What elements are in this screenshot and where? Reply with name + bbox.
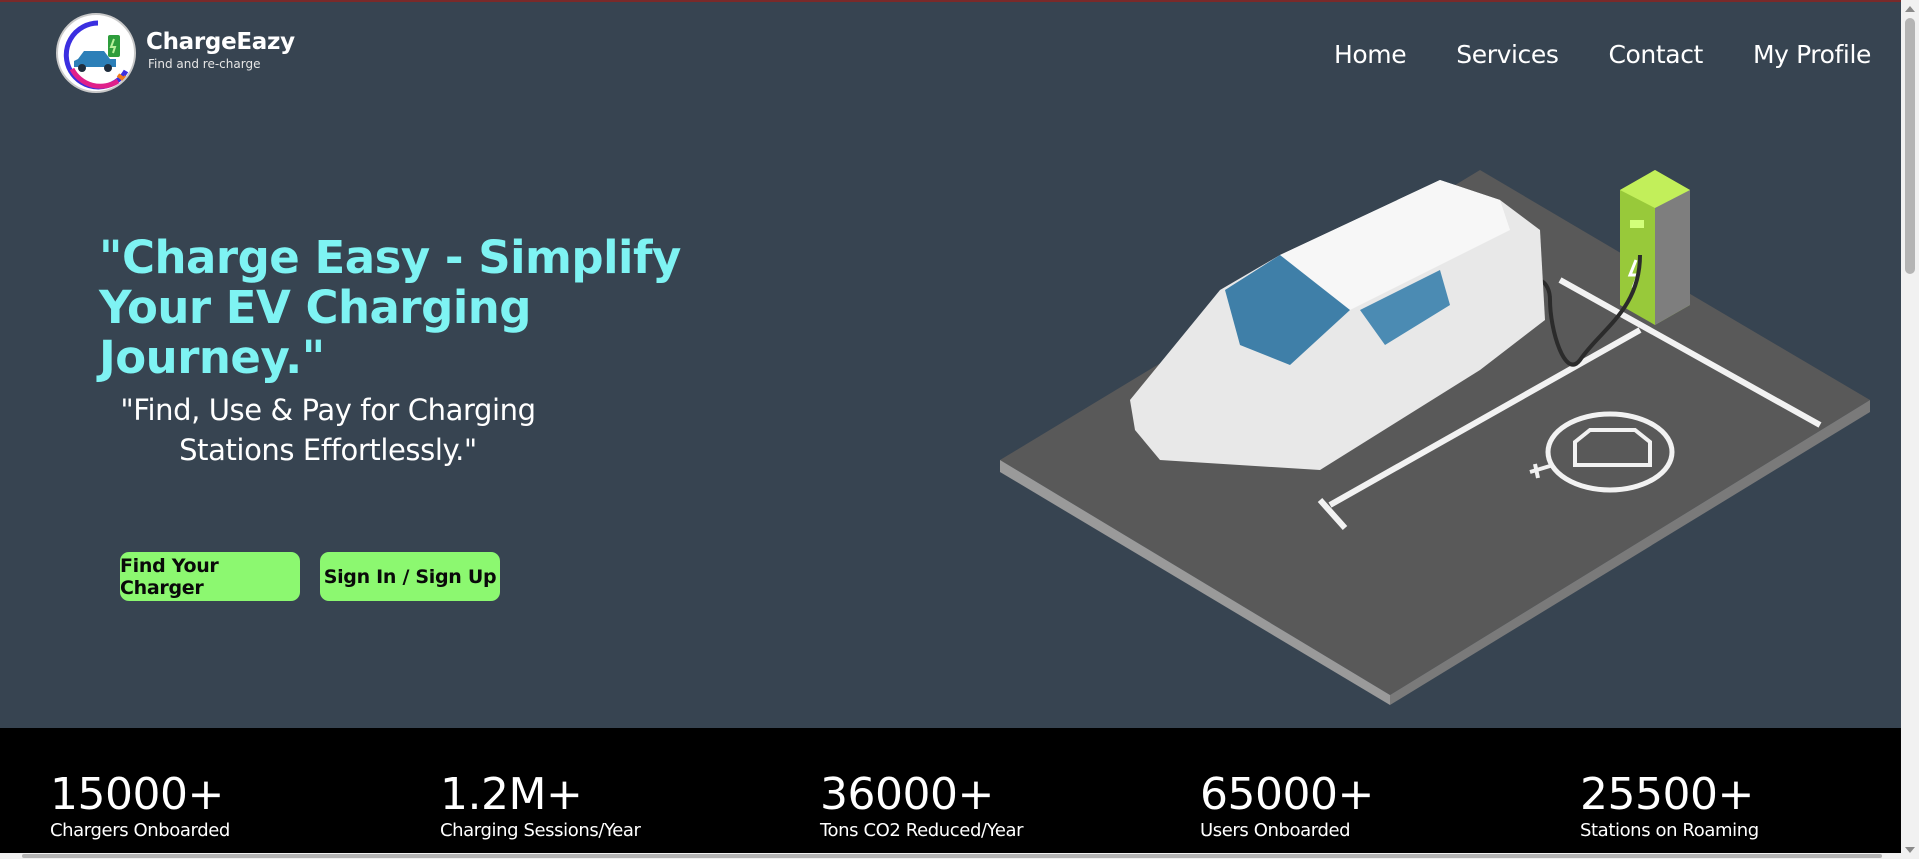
sign-in-sign-up-button[interactable]: Sign In / Sign Up <box>320 552 500 601</box>
hero-subtitle: "Find, Use & Pay for Charging Stations E… <box>118 390 538 470</box>
stat-value: 65000+ <box>1200 769 1374 820</box>
window-top-edge <box>0 0 1919 2</box>
stat-chargers: 15000+ Chargers Onboarded <box>50 772 230 842</box>
stat-label: Tons CO2 Reduced/Year <box>820 820 1024 841</box>
brand-tagline: Find and re-charge <box>148 57 261 71</box>
stat-label: Users Onboarded <box>1200 820 1351 841</box>
stat-value: 36000+ <box>820 769 994 820</box>
stat-label: Stations on Roaming <box>1580 820 1759 841</box>
stat-users: 65000+ Users Onboarded <box>1200 772 1374 842</box>
hero-subtitle-line1: "Find, Use & Pay for Charging <box>120 393 536 427</box>
nav-my-profile[interactable]: My Profile <box>1753 40 1871 69</box>
stat-sessions: 1.2M+ Charging Sessions/Year <box>440 772 641 842</box>
horizontal-scrollbar[interactable] <box>0 853 1901 859</box>
scroll-up-arrow-icon[interactable] <box>1905 6 1915 12</box>
ev-car-charging-illustration: points="465,105 510,80 520,115 475,140" … <box>1000 170 1870 705</box>
main-nav: Home Services Contact My Profile <box>1334 40 1871 69</box>
find-your-charger-button[interactable]: Find Your Charger <box>120 552 300 601</box>
nav-home[interactable]: Home <box>1334 40 1407 69</box>
horizontal-scroll-thumb[interactable] <box>22 854 1882 858</box>
vertical-scrollbar[interactable] <box>1901 0 1919 859</box>
hero-headline-line1: "Charge Easy - Simplify <box>99 231 681 284</box>
hero-headline-line2: Your EV Charging Journey." <box>99 281 532 384</box>
stat-roaming: 25500+ Stations on Roaming <box>1580 772 1759 842</box>
stat-label: Charging Sessions/Year <box>440 820 641 841</box>
nav-contact[interactable]: Contact <box>1608 40 1703 69</box>
scroll-down-arrow-icon[interactable] <box>1905 847 1915 853</box>
nav-services[interactable]: Services <box>1456 40 1559 69</box>
stat-label: Chargers Onboarded <box>50 820 230 841</box>
stat-co2: 36000+ Tons CO2 Reduced/Year <box>820 769 1024 842</box>
vertical-scroll-thumb[interactable] <box>1905 18 1915 274</box>
stat-value: 1.2M+ <box>440 769 583 820</box>
brand-name[interactable]: ChargeEazy <box>146 29 295 55</box>
stat-value: 25500+ <box>1580 769 1754 820</box>
brand-logo[interactable] <box>56 13 136 93</box>
stat-value: 15000+ <box>50 769 224 820</box>
hero-subtitle-line2: Stations Effortlessly." <box>179 433 477 467</box>
hero-headline: "Charge Easy - Simplify Your EV Charging… <box>99 233 749 383</box>
ev-plug-logo-icon <box>63 20 131 90</box>
charging-station-light <box>1630 220 1644 228</box>
